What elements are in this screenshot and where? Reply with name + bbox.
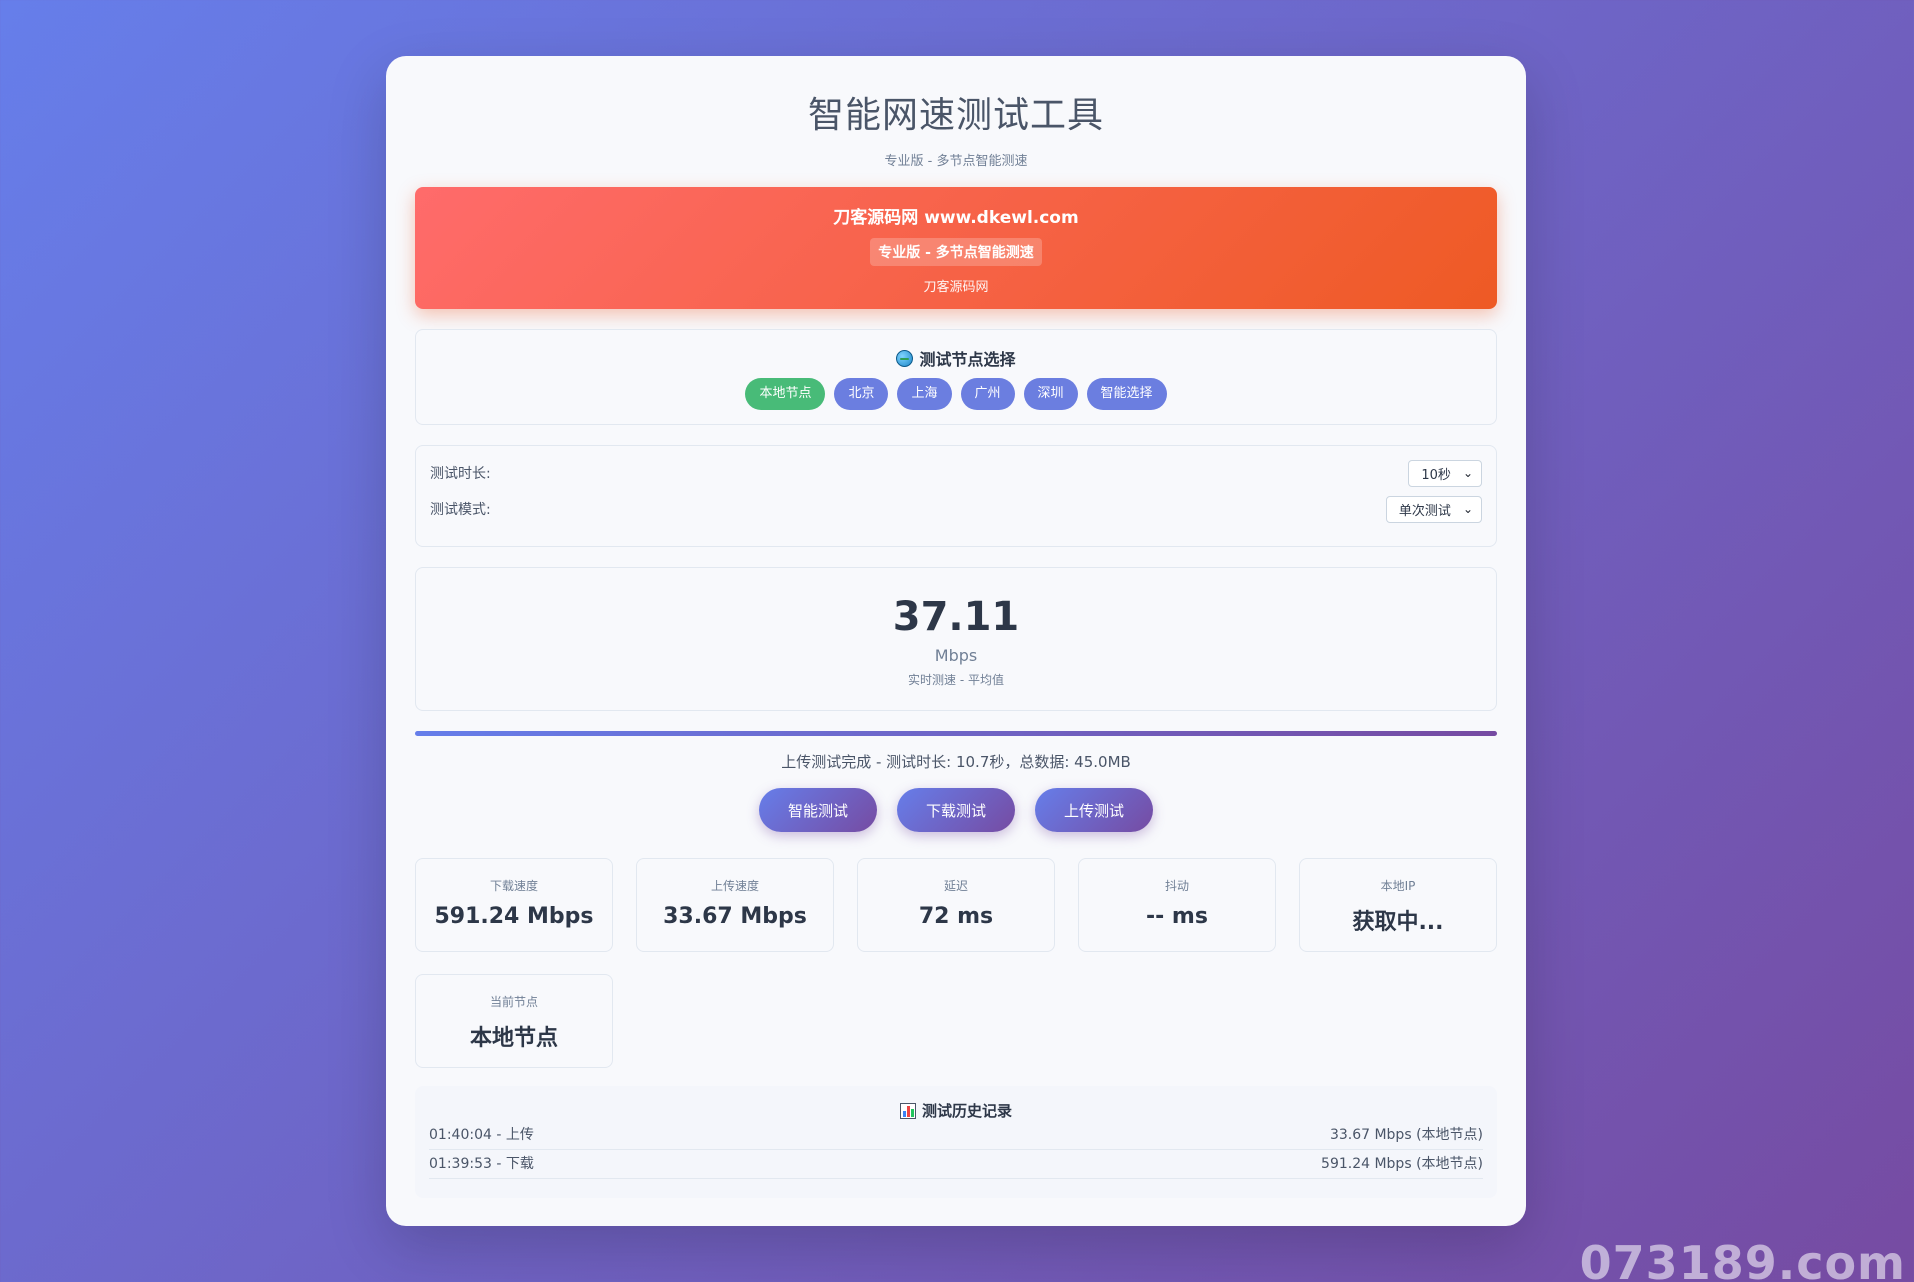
- progress-bar: [415, 731, 1497, 736]
- history-row-result: 591.24 Mbps (本地节点): [1321, 1156, 1483, 1172]
- history-row: 01:40:04 - 上传 33.67 Mbps (本地节点): [429, 1121, 1483, 1150]
- duration-row: 测试时长: 10秒 ⌄: [430, 455, 1482, 491]
- page-subtitle: 专业版 - 多节点智能测速: [884, 154, 1028, 169]
- stat-label: 抖动: [1164, 879, 1189, 893]
- stat-value: 本地节点: [469, 1026, 558, 1051]
- node-selector: 测试节点选择 本地节点 北京 上海 广州 深圳 智能选择: [415, 329, 1497, 425]
- stat-label: 延迟: [943, 879, 968, 893]
- mode-select[interactable]: 单次测试 ⌄: [1385, 495, 1482, 523]
- stat-label: 下载速度: [489, 879, 538, 893]
- banner-title: 刀客源码网 www.dkewl.com: [833, 208, 1079, 228]
- duration-value: 10秒: [1421, 467, 1451, 483]
- history-row-time: 01:40:04 - 上传: [429, 1127, 534, 1143]
- stat-current-node: 当前节点 本地节点: [415, 974, 613, 1068]
- mode-label: 测试模式:: [430, 502, 491, 518]
- stat-value: 33.67 Mbps: [663, 904, 807, 929]
- history-title: 测试历史记录: [921, 1102, 1012, 1120]
- status-text: 上传测试完成 - 测试时长: 10.7秒，总数据: 45.0MB: [781, 753, 1131, 771]
- stat-value: -- ms: [1146, 904, 1208, 929]
- stat-label: 本地IP: [1380, 879, 1416, 893]
- history-row-time: 01:39:53 - 下载: [429, 1156, 534, 1172]
- page-title: 智能网速测试工具: [807, 95, 1104, 136]
- chevron-down-icon: ⌄: [1462, 466, 1473, 480]
- node-button-shanghai[interactable]: 上海: [897, 378, 952, 410]
- speed-caption: 实时测速 - 平均值: [908, 673, 1004, 687]
- stat-upload: 上传速度 33.67 Mbps: [636, 858, 834, 952]
- banner-tag: 专业版 - 多节点智能测速: [870, 238, 1042, 266]
- promo-banner: 刀客源码网 www.dkewl.com 专业版 - 多节点智能测速 刀客源码网: [415, 187, 1497, 309]
- progress-fill: [415, 731, 1497, 736]
- smart-test-button[interactable]: 智能测试: [759, 788, 877, 832]
- duration-select[interactable]: 10秒 ⌄: [1408, 459, 1482, 487]
- stat-value: 72 ms: [918, 904, 994, 929]
- node-button-row: 本地节点 北京 上海 广州 深圳 智能选择: [416, 378, 1496, 410]
- mode-value: 单次测试: [1398, 503, 1451, 519]
- duration-label: 测试时长:: [430, 466, 491, 482]
- node-button-shenzhen[interactable]: 深圳: [1023, 378, 1078, 410]
- banner-footer: 刀客源码网: [923, 280, 989, 295]
- test-history: 测试历史记录 01:40:04 - 上传 33.67 Mbps (本地节点) 0…: [415, 1086, 1497, 1198]
- test-settings: 测试时长: 10秒 ⌄ 测试模式: 单次测试 ⌄: [415, 445, 1497, 547]
- stat-jitter: 抖动 -- ms: [1078, 858, 1276, 952]
- watermark: 073189.com: [1579, 1236, 1906, 1282]
- history-row: 01:39:53 - 下载 591.24 Mbps (本地节点): [429, 1150, 1483, 1179]
- speedtest-card: 智能网速测试工具 专业版 - 多节点智能测速 刀客源码网 www.dkewl.c…: [386, 56, 1526, 1226]
- node-selector-heading: 测试节点选择: [416, 346, 1496, 370]
- speed-value: 37.11: [892, 594, 1020, 640]
- history-heading: 测试历史记录: [429, 1100, 1483, 1121]
- speed-display: 37.11 Mbps 实时测速 - 平均值: [415, 567, 1497, 711]
- node-button-beijing[interactable]: 北京: [834, 378, 889, 410]
- stat-value: 591.24 Mbps: [434, 904, 594, 929]
- node-button-smart[interactable]: 智能选择: [1086, 378, 1167, 410]
- history-row-result: 33.67 Mbps (本地节点): [1329, 1127, 1483, 1143]
- stat-value: 获取中...: [1352, 910, 1444, 935]
- stat-download: 下载速度 591.24 Mbps: [415, 858, 613, 952]
- upload-test-button[interactable]: 上传测试: [1035, 788, 1153, 832]
- stats-grid: 下载速度 591.24 Mbps 上传速度 33.67 Mbps 延迟 72 m…: [415, 858, 1497, 1068]
- bar-chart-icon: [899, 1102, 916, 1119]
- chevron-down-icon: ⌄: [1462, 502, 1473, 516]
- speed-unit: Mbps: [934, 646, 978, 665]
- action-buttons: 智能测试 下载测试 上传测试: [415, 788, 1497, 832]
- globe-icon: [896, 349, 914, 367]
- node-button-local[interactable]: 本地节点: [745, 378, 826, 410]
- stat-label: 当前节点: [489, 995, 538, 1009]
- mode-row: 测试模式: 单次测试 ⌄: [430, 491, 1482, 527]
- node-selector-title: 测试节点选择: [919, 350, 1016, 369]
- node-button-guangzhou[interactable]: 广州: [960, 378, 1015, 410]
- download-test-button[interactable]: 下载测试: [897, 788, 1015, 832]
- stat-local-ip: 本地IP 获取中...: [1299, 858, 1497, 952]
- stat-label: 上传速度: [710, 879, 759, 893]
- stat-latency: 延迟 72 ms: [857, 858, 1055, 952]
